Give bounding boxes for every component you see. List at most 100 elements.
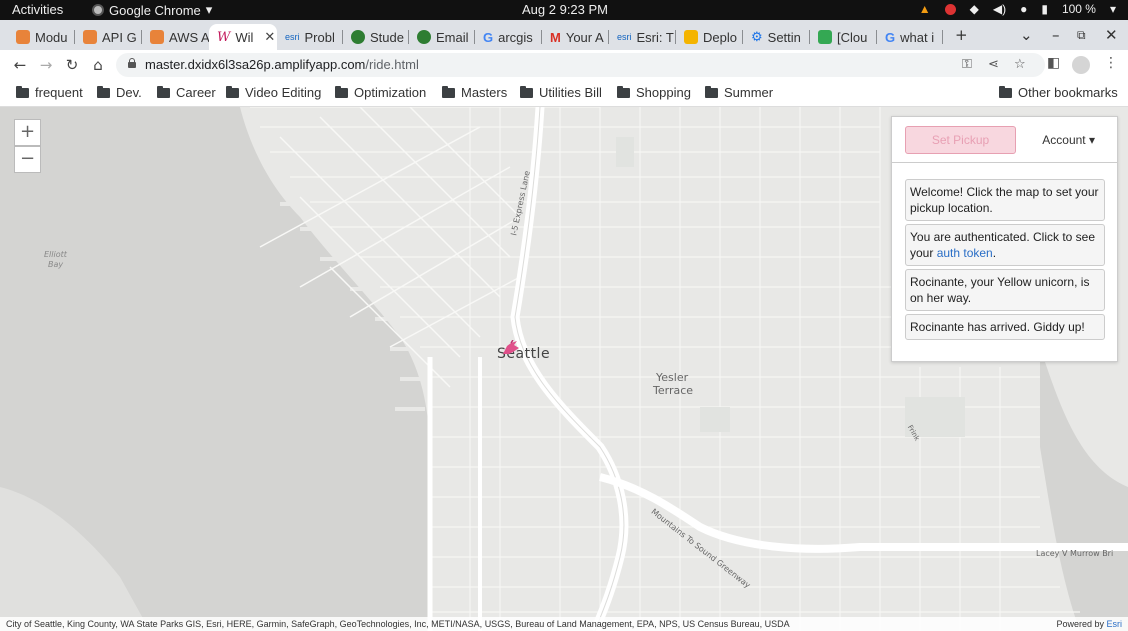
tab-search-icon[interactable]: ⌄ xyxy=(1020,26,1033,44)
folder-icon xyxy=(16,85,29,98)
tab-arcgis[interactable]: G arcgis xyxy=(475,24,542,50)
tab-modu[interactable]: Modu xyxy=(8,24,75,50)
tab-problem[interactable]: esri Probl xyxy=(277,24,343,50)
aws-icon xyxy=(150,30,164,44)
aws-icon xyxy=(16,30,30,44)
tab-what[interactable]: G what i xyxy=(877,24,943,50)
battery-icon: ▮ xyxy=(1041,2,1048,16)
tab-deploy[interactable]: Deplo xyxy=(676,24,743,50)
tab-esri[interactable]: esri Esri: T xyxy=(609,24,676,50)
bookmark-other[interactable]: Other bookmarks xyxy=(999,85,1118,100)
url-text[interactable]: master.dxidx6l3sa26p.amplifyapp.com/ride… xyxy=(145,57,419,72)
clock[interactable]: Aug 2 9:23 PM xyxy=(522,2,608,17)
tab-email[interactable]: Email xyxy=(409,24,475,50)
share-icon[interactable]: ⋖ xyxy=(988,57,999,72)
new-tab-icon[interactable]: + xyxy=(955,26,968,44)
auth-token-link[interactable]: auth token xyxy=(937,246,993,260)
esri-icon: esri xyxy=(285,32,300,42)
esri-link[interactable]: Esri xyxy=(1107,619,1123,629)
wildrydes-icon: W xyxy=(217,29,231,45)
forward-icon[interactable]: → xyxy=(36,55,56,75)
bookmark-label: Optimization xyxy=(354,85,427,100)
url-host: master.dxidx6l3sa26p.amplifyapp.com xyxy=(145,57,366,72)
bookmark-career[interactable]: Career xyxy=(157,85,216,100)
record-icon xyxy=(944,3,956,15)
bookmark-label: Shopping xyxy=(636,85,691,100)
tab-label: Wil xyxy=(235,29,254,45)
panel-header: Set Pickup Account ▾ xyxy=(892,117,1117,163)
folder-icon xyxy=(520,85,533,98)
bookmark-shopping[interactable]: Shopping xyxy=(617,85,691,100)
side-panel-icon[interactable]: ◧ xyxy=(1047,55,1060,71)
folder-icon xyxy=(705,85,718,98)
bookmark-dev[interactable]: Dev. xyxy=(97,85,142,100)
bookmark-summer[interactable]: Summer xyxy=(705,85,773,100)
tab-wildrydes[interactable]: W Wil ✕ xyxy=(209,24,277,50)
wifi-icon: ◆ xyxy=(969,2,979,16)
account-dropdown[interactable]: Account ▾ xyxy=(1042,133,1095,147)
powered-by: Powered by Esri xyxy=(1056,617,1122,631)
tab-label: Probl xyxy=(304,29,335,45)
tab-student[interactable]: Stude xyxy=(343,24,409,50)
set-pickup-button[interactable]: Set Pickup xyxy=(905,126,1016,154)
activities-button[interactable]: Activities xyxy=(12,2,63,17)
tab-gmail[interactable]: M Your A xyxy=(542,24,609,50)
globe-icon xyxy=(417,30,431,44)
message-arrived: Rocinante has arrived. Giddy up! xyxy=(905,314,1105,340)
bookmark-label: Career xyxy=(176,85,216,100)
tab-api-gateway[interactable]: API G xyxy=(75,24,142,50)
message-unicorn-on-way: Rocinante, your Yellow unicorn, is on he… xyxy=(905,269,1105,311)
tab-aws[interactable]: AWS A xyxy=(142,24,209,50)
close-tab-icon[interactable]: ✕ xyxy=(264,29,275,45)
folder-icon xyxy=(157,85,170,98)
bookmark-utilities-bill[interactable]: Utilities Bill xyxy=(520,85,602,100)
tab-label: Your A xyxy=(565,29,604,45)
address-bar[interactable]: master.dxidx6l3sa26p.amplifyapp.com/ride… xyxy=(116,53,1045,77)
tab-settings[interactable]: ⚙ Settin xyxy=(743,24,810,50)
restore-icon[interactable]: ⧉ xyxy=(1077,28,1086,43)
system-top-bar: Activities Google Chrome ▾ Aug 2 9:23 PM… xyxy=(0,0,1128,20)
key-icon[interactable]: ⚿ xyxy=(962,57,972,72)
map-label-bay: Bay xyxy=(48,260,64,269)
unicorn-icon xyxy=(503,340,519,354)
map-label-elliott: Elliott xyxy=(44,250,67,259)
tab-label: arcgis xyxy=(498,29,533,45)
bookmark-frequent[interactable]: frequent xyxy=(16,85,83,100)
menu-icon[interactable]: ⋮ xyxy=(1104,55,1118,71)
tab-label: Stude xyxy=(370,29,404,45)
app-name: Google Chrome xyxy=(109,2,201,18)
reload-icon[interactable]: ↻ xyxy=(62,55,82,75)
minimize-icon[interactable]: – xyxy=(1052,26,1060,44)
tab-strip: Modu API G AWS A W Wil ✕ esri Probl Stud… xyxy=(0,20,1128,50)
folder-icon xyxy=(226,85,239,98)
powered-by-text: Powered by xyxy=(1056,619,1107,629)
app-menu[interactable]: Google Chrome ▾ xyxy=(92,2,212,18)
folder-icon xyxy=(97,85,110,98)
zoom-out-button[interactable]: − xyxy=(14,146,41,173)
bookmark-label: frequent xyxy=(35,85,83,100)
unicorn-marker[interactable] xyxy=(501,340,521,356)
back-icon[interactable]: ← xyxy=(10,55,30,75)
aws-icon xyxy=(83,30,97,44)
browser-toolbar: ← → ↻ ⌂ master.dxidx6l3sa26p.amplifyapp.… xyxy=(0,50,1128,80)
tab-label: what i xyxy=(900,29,935,45)
close-window-icon[interactable]: ✕ xyxy=(1105,26,1118,44)
attribution-text: City of Seattle, King County, WA State P… xyxy=(6,619,790,629)
account-label: Account xyxy=(1042,133,1086,147)
bookmark-masters[interactable]: Masters xyxy=(442,85,507,100)
caret-down-icon: ▾ xyxy=(1088,133,1095,147)
bookmark-video-editing[interactable]: Video Editing xyxy=(226,85,321,100)
tab-cloud[interactable]: [Clou xyxy=(810,24,877,50)
zoom-in-button[interactable]: + xyxy=(14,119,41,146)
bookmark-label: Masters xyxy=(461,85,508,100)
battery-level: 100 % xyxy=(1061,2,1096,16)
bookmark-star-icon[interactable]: ☆ xyxy=(1014,57,1026,72)
bookmark-optimization[interactable]: Optimization xyxy=(335,85,426,100)
bookmark-label: Summer xyxy=(724,85,774,100)
system-tray[interactable]: ▲ ◆ ◀) ● ▮ 100 % ▾ xyxy=(919,2,1116,16)
package-icon xyxy=(684,30,698,44)
auth-suffix: . xyxy=(992,246,997,260)
tab-label: API G xyxy=(102,29,137,45)
profile-avatar[interactable] xyxy=(1072,56,1090,74)
home-icon[interactable]: ⌂ xyxy=(88,55,108,75)
